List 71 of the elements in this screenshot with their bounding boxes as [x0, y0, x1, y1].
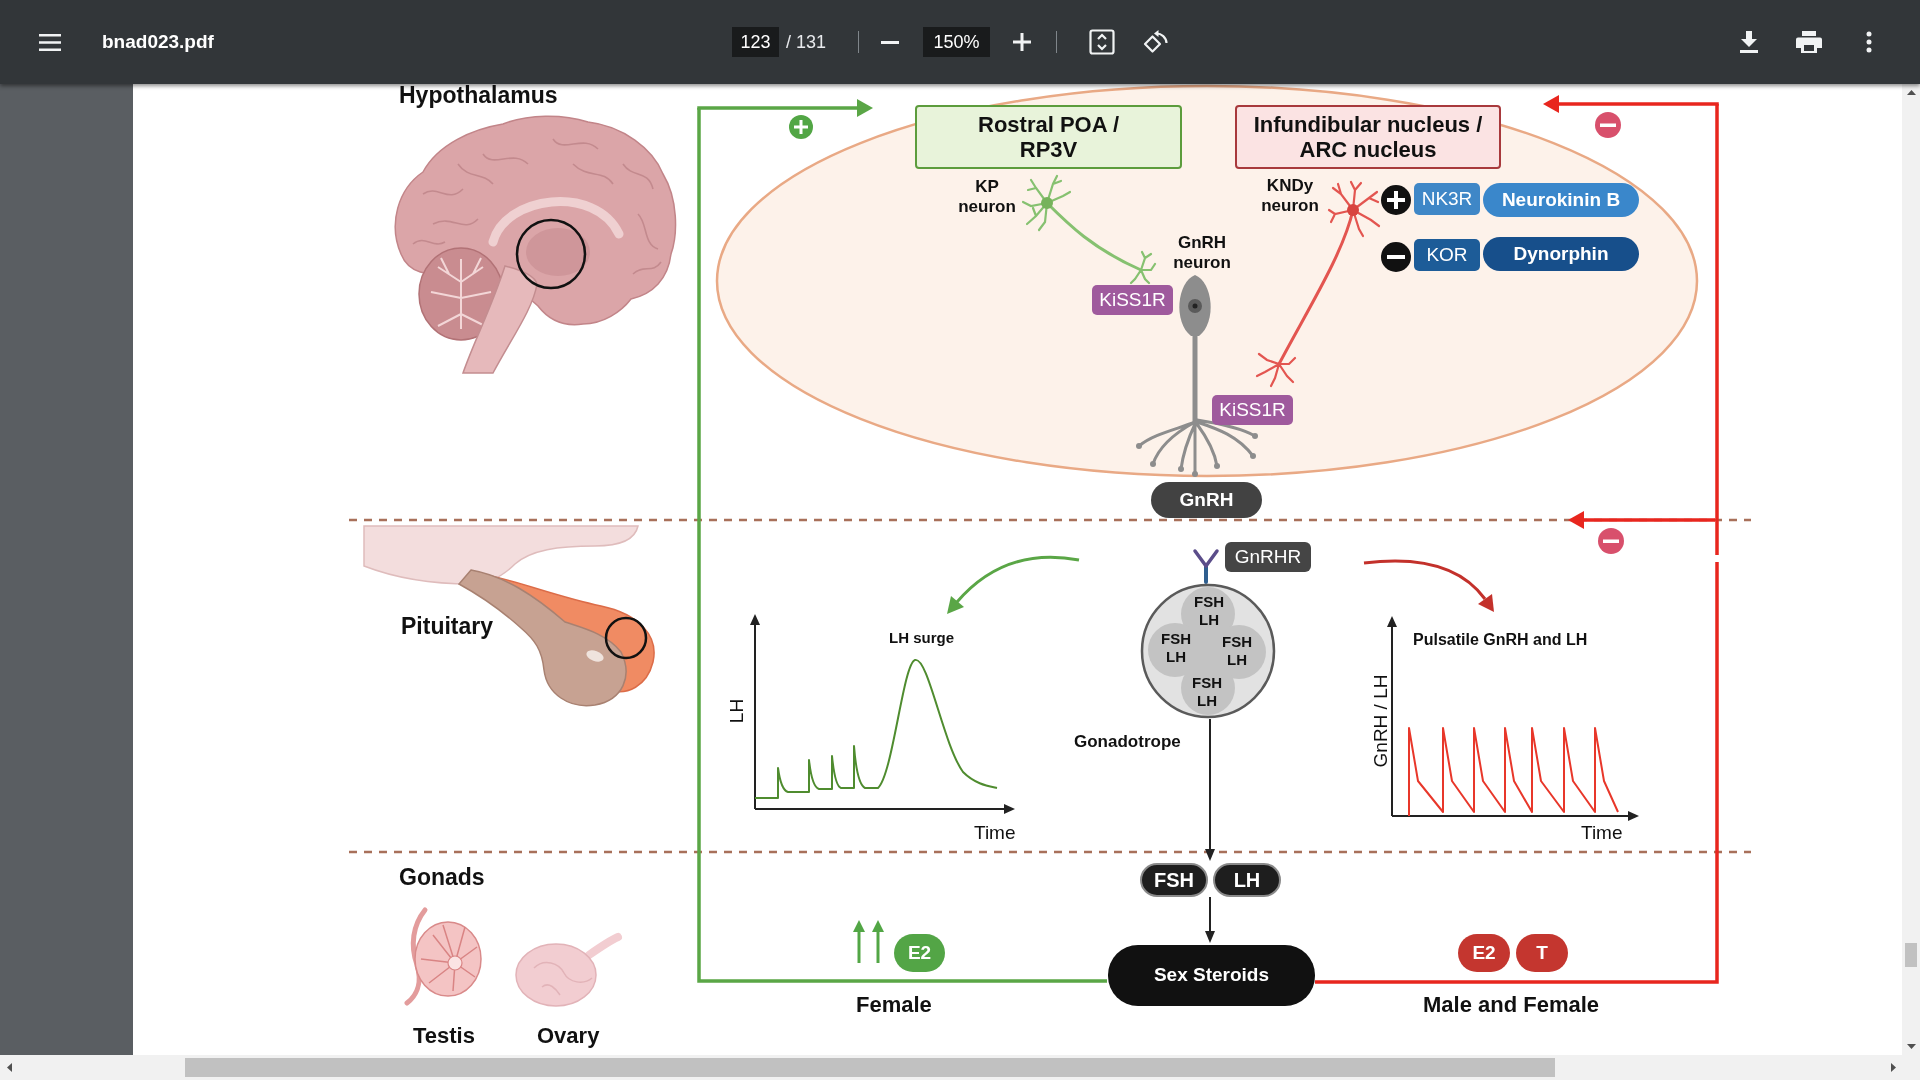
zoom-field[interactable]: 150% [923, 27, 990, 57]
minus-icon [881, 40, 899, 44]
organ-label: Ovary [537, 1025, 600, 1047]
hormone-label: GnRH [1151, 482, 1262, 518]
hormone-label: Sex Steroids [1108, 945, 1315, 1006]
scroll-right-icon [1890, 1063, 1896, 1072]
page-count: / 131 [785, 30, 826, 54]
minus-icon [1598, 528, 1624, 554]
feedback-label: Male and Female [1423, 994, 1600, 1016]
section-heading: Hypothalamus [399, 84, 558, 107]
axis-label: Time [1581, 823, 1623, 842]
axis-label: Time [974, 823, 1016, 842]
hormone-text: FSH [1161, 630, 1191, 648]
download-icon [1740, 31, 1758, 53]
chart-title: LH surge [889, 630, 954, 645]
axis-label: GnRH / LH [1370, 674, 1390, 768]
scroll-left-icon [6, 1063, 12, 1072]
print-icon [1796, 31, 1822, 53]
minus-icon [1381, 242, 1411, 272]
section-heading: Pituitary [401, 615, 494, 638]
nucleus-label: Rostral POA / RP3V [915, 105, 1182, 169]
receptor-label: KiSS1R [1092, 285, 1173, 315]
hormone-text: FSH [1192, 674, 1222, 692]
page-number-field[interactable]: 123 [731, 27, 779, 57]
scrollbar-thumb[interactable] [185, 1058, 1555, 1077]
ligand-label: Neurokinin B [1483, 183, 1639, 217]
axis-label: LH [726, 698, 746, 724]
hormone-text: FSH [1222, 633, 1252, 651]
receptor-label: KOR [1414, 239, 1480, 271]
ring-marker-icon [604, 616, 648, 660]
neuron-label: GnRH neuron [1173, 233, 1231, 273]
plus-icon [1013, 33, 1031, 51]
rotate-icon [1143, 29, 1169, 55]
plus-icon [789, 115, 813, 139]
ligand-label: Dynorphin [1483, 237, 1639, 271]
cell-label: Gonadotrope [1074, 733, 1181, 750]
nucleus-label: Infundibular nucleus / ARC nucleus [1235, 105, 1501, 169]
ring-marker-icon [515, 218, 587, 290]
hormone-text: FSH [1194, 593, 1224, 611]
feedback-label: Female [856, 994, 932, 1016]
file-name: bnad023.pdf [102, 29, 214, 54]
hormone-label: FSH [1140, 863, 1208, 897]
scrollbar-thumb[interactable] [1905, 943, 1917, 967]
up-arrow-icon [853, 920, 865, 963]
fit-page-icon [1089, 29, 1115, 55]
minus-icon [1595, 112, 1621, 138]
scroll-down-icon [1906, 1044, 1916, 1049]
receptor-label: NK3R [1414, 183, 1480, 215]
hormone-text: LH [1199, 611, 1219, 629]
hormone-text: LH [1166, 648, 1186, 666]
down-arrow [1205, 896, 1215, 943]
neuron-label: KNDy neuron [1261, 176, 1319, 216]
chart-title: Pulsatile GnRH and LH [1413, 632, 1588, 648]
fit-page-button[interactable] [1086, 26, 1118, 58]
scroll-up-icon [1906, 90, 1916, 95]
hormone-label: T [1516, 934, 1568, 972]
hormone-text: LH [1197, 692, 1217, 710]
up-arrow-icon [872, 920, 884, 963]
hormone-text: LH [1227, 651, 1247, 669]
neuron-label: KP neuron [958, 177, 1016, 217]
more-icon [1866, 31, 1872, 53]
menu-icon [39, 33, 61, 51]
hormone-label: E2 [1458, 934, 1510, 972]
receptor-label: KiSS1R [1212, 395, 1293, 425]
receptor-icon [1193, 549, 1219, 584]
receptor-label: GnRHR [1225, 542, 1311, 572]
section-heading: Gonads [399, 866, 485, 889]
hormone-label: LH [1213, 863, 1281, 897]
hormone-label: E2 [894, 934, 945, 972]
plus-icon [1381, 185, 1411, 215]
organ-label: Testis [413, 1025, 475, 1047]
